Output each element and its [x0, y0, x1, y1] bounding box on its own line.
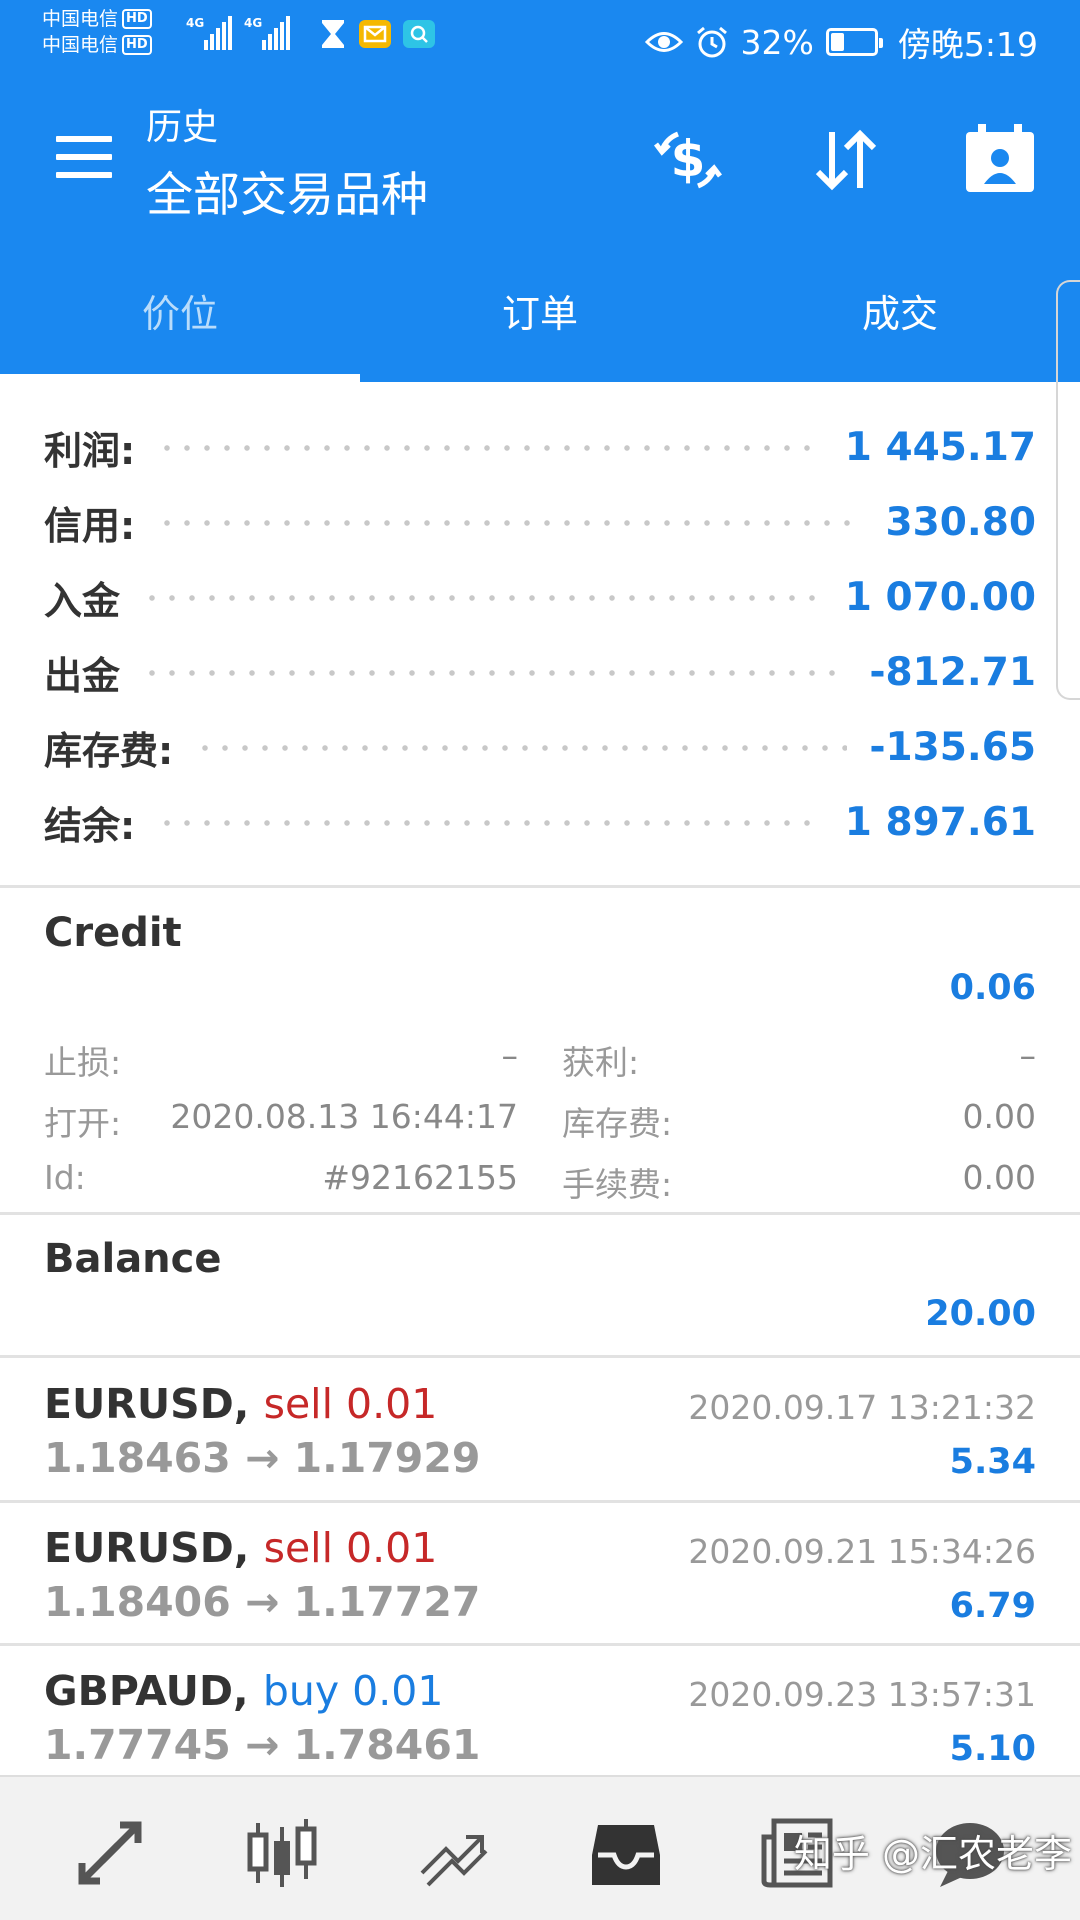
deal-symbol: EURUSD, [44, 1524, 250, 1572]
deal-symbol: EURUSD, [44, 1380, 250, 1428]
id-label: Id: [44, 1158, 86, 1197]
summary-row-profit: 利润: 1 445.17 [44, 425, 1036, 473]
balance-title: Balance [44, 1236, 222, 1282]
deal-profit: 5.34 [949, 1442, 1036, 1482]
deal-profit: 6.79 [949, 1586, 1036, 1626]
tab-indicator [0, 374, 360, 382]
trade-icon[interactable] [414, 1813, 494, 1893]
commission-label: 手续费: [562, 1165, 673, 1204]
clock: 傍晚5:19 [897, 25, 1038, 64]
eye-comfort-icon [644, 32, 683, 52]
watermark: 知乎 @汇农老李 [793, 1832, 1072, 1876]
deal-time: 2020.09.17 13:21:32 [688, 1388, 1036, 1427]
deal-prices: 1.18463 → 1.17929 [44, 1434, 481, 1482]
bottom-navigation: 知乎 @汇农老李 [0, 1775, 1080, 1920]
divider [0, 1212, 1080, 1215]
hd-badge: HD [122, 9, 152, 29]
dollar-exchange-icon[interactable]: $ [648, 120, 728, 200]
summary-row-deposit: 入金 1 070.00 [44, 575, 1036, 623]
battery-icon [825, 28, 883, 56]
tab-orders[interactable]: 订单 [360, 238, 720, 382]
deal-side: sell 0.01 [263, 1524, 438, 1572]
swap-value: 0.00 [962, 1097, 1036, 1136]
hd-badge: HD [122, 35, 152, 55]
deal-time: 2020.09.21 15:34:26 [688, 1532, 1036, 1571]
credit-title: Credit [44, 910, 182, 956]
mail-icon [359, 20, 391, 48]
stop-loss-value: – [501, 1036, 519, 1075]
app-bar: 历史 全部交易品种 $ [0, 76, 1080, 238]
swap-label: 库存费: [562, 1104, 673, 1143]
quotes-icon[interactable] [70, 1813, 150, 1893]
sort-arrows-icon[interactable] [806, 120, 886, 200]
tab-bar: 价位 订单 成交 [0, 238, 1080, 382]
hamburger-menu-icon[interactable] [56, 136, 112, 178]
scroll-edge [1056, 280, 1080, 700]
history-icon[interactable] [586, 1813, 666, 1893]
id-value: #92162155 [322, 1158, 518, 1197]
credit-amount: 0.06 [949, 968, 1036, 1008]
hourglass-icon [322, 20, 344, 48]
carrier-info: 中国电信 HD 中国电信 HD [42, 6, 152, 58]
page-title: 历史 [146, 107, 219, 148]
signal-indicators: 4G 4G [186, 16, 290, 50]
deal-profit: 5.10 [949, 1729, 1036, 1769]
tab-deals[interactable]: 成交 [720, 238, 1080, 382]
deal-row[interactable]: EURUSD, sell 0.01 1.18463 → 1.17929 2020… [0, 1358, 1080, 1500]
commission-value: 0.00 [962, 1158, 1036, 1197]
deal-row[interactable]: GBPAUD, buy 0.01 1.77745 → 1.78461 2020.… [0, 1645, 1080, 1787]
carrier-2: 中国电信 [42, 34, 119, 56]
summary-row-credit: 信用: 330.80 [44, 500, 1036, 548]
stop-loss-label: 止损: [44, 1043, 122, 1082]
battery-percent: 32% [740, 22, 814, 62]
status-bar: 中国电信 HD 中国电信 HD 4G 4G 32% 傍晚5:19 [0, 0, 1080, 76]
chart-icon[interactable] [242, 1813, 322, 1893]
deal-prices: 1.18406 → 1.17727 [44, 1578, 481, 1626]
carrier-1: 中国电信 [42, 8, 119, 30]
summary-row-withdrawal: 出金 -812.71 [44, 650, 1036, 698]
deal-side: sell 0.01 [263, 1380, 438, 1428]
deal-row[interactable]: EURUSD, sell 0.01 1.18406 → 1.17727 2020… [0, 1502, 1080, 1644]
signal-icon: 4G [186, 16, 232, 50]
signal-icon: 4G [244, 16, 290, 50]
take-profit-value: – [1019, 1036, 1037, 1075]
account-card-icon[interactable] [960, 120, 1040, 200]
open-time-value: 2020.08.13 16:44:17 [170, 1097, 518, 1136]
search-app-icon [403, 20, 435, 48]
take-profit-label: 获利: [562, 1043, 640, 1082]
alarm-icon [696, 26, 727, 58]
summary-row-swap: 库存费: -135.65 [44, 725, 1036, 773]
svg-text:$: $ [671, 130, 706, 188]
deal-time: 2020.09.23 13:57:31 [688, 1675, 1036, 1714]
deal-side: buy 0.01 [262, 1667, 444, 1715]
summary-row-balance: 结余: 1 897.61 [44, 800, 1036, 848]
status-right: 32% 傍晚5:19 [644, 18, 1038, 66]
balance-amount: 20.00 [925, 1294, 1036, 1334]
open-time-label: 打开: [44, 1104, 122, 1143]
deal-prices: 1.77745 → 1.78461 [44, 1721, 481, 1769]
divider [0, 885, 1080, 888]
tab-prices[interactable]: 价位 [0, 238, 360, 382]
deal-symbol: GBPAUD, [44, 1667, 249, 1715]
symbol-filter[interactable]: 全部交易品种 [146, 156, 428, 225]
account-summary: 利润: 1 445.17 信用: 330.80 入金 1 070.00 出金 -812.… [0, 382, 1080, 886]
